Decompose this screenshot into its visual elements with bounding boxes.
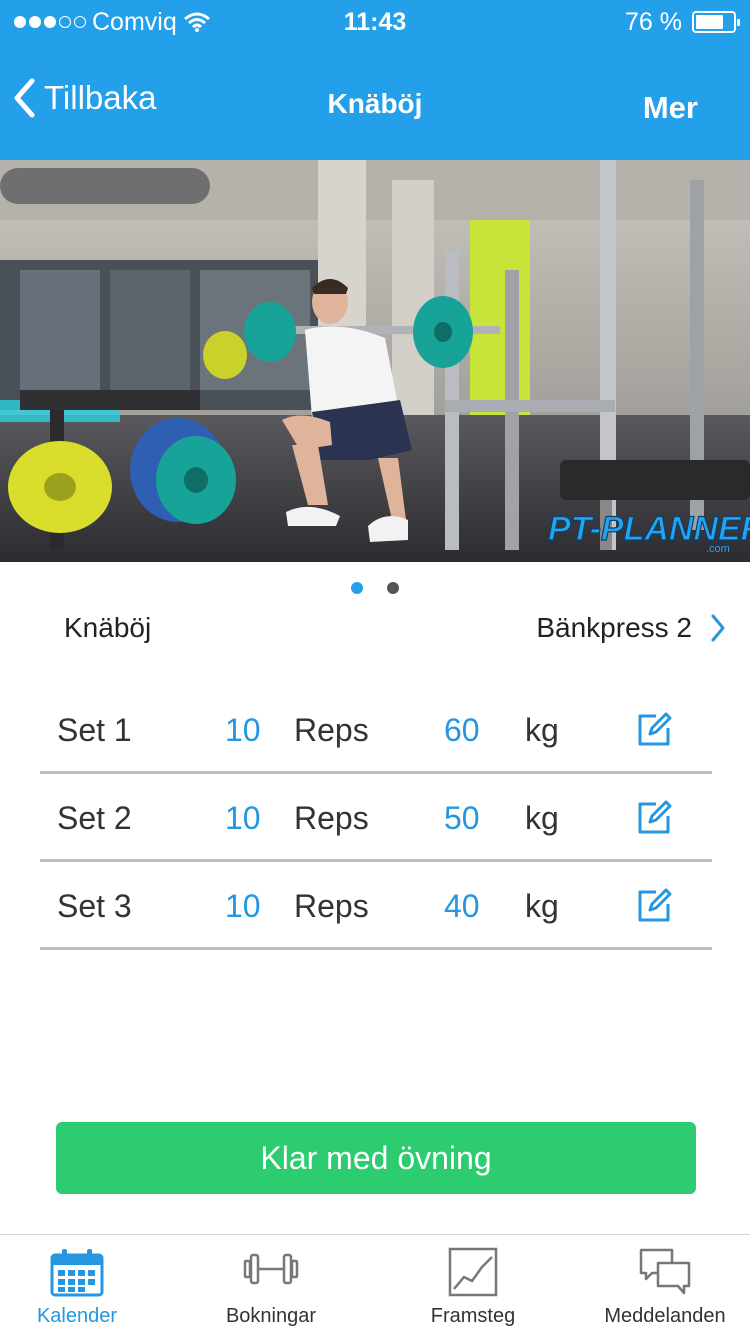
navigation-bar: Tillbaka Knäböj Mer: [0, 44, 750, 160]
tab-label: Kalender: [36, 1305, 118, 1327]
set-weight-unit: kg: [525, 800, 559, 836]
exercise-navigation: Knäböj Bänkpress 2: [0, 612, 750, 652]
pt-planner-logo-sub: .com: [706, 543, 730, 555]
set-row: Set 1 10 Reps 60 kg: [40, 686, 712, 774]
set-reps-value: 10: [225, 888, 261, 924]
carrier-info: Comviq: [14, 8, 264, 37]
set-weight-value: 50: [444, 800, 480, 836]
set-weight-value: 60: [444, 712, 480, 748]
pager-dot[interactable]: [387, 582, 399, 594]
tab-bokningar[interactable]: Bokningar: [196, 1235, 346, 1334]
set-reps-unit: Reps: [294, 888, 369, 924]
messages-icon: [639, 1248, 691, 1295]
calendar-icon: [50, 1249, 104, 1297]
sets-table: Set 1 10 Reps 60 kg Set 2 10 Reps 50 kg …: [40, 686, 712, 950]
pager-dot[interactable]: [351, 582, 363, 594]
set-reps-unit: Reps: [294, 800, 369, 836]
battery-percent: 76 %: [625, 7, 682, 36]
tab-label: Meddelanden: [604, 1305, 726, 1327]
signal-icon: [14, 16, 86, 28]
set-weight-unit: kg: [525, 888, 559, 924]
done-with-exercise-button[interactable]: Klar med övning: [56, 1122, 696, 1194]
set-label: Set 3: [57, 888, 132, 924]
set-reps-value: 10: [225, 712, 261, 748]
image-pager[interactable]: [0, 582, 750, 594]
status-bar: Comviq 11:43 76 %: [0, 0, 750, 44]
chart-icon: [448, 1247, 498, 1297]
set-weight-unit: kg: [525, 712, 559, 748]
tab-kalender[interactable]: Kalender: [2, 1235, 152, 1334]
tab-framsteg[interactable]: Framsteg: [398, 1235, 548, 1334]
wifi-icon: [183, 12, 210, 32]
edit-icon[interactable]: [634, 798, 674, 838]
next-exercise-link[interactable]: Bänkpress 2: [536, 612, 726, 644]
tab-bar: Kalender Bokningar Framsteg Meddelanden: [0, 1234, 750, 1334]
battery-icon: [692, 11, 740, 33]
tab-label: Bokningar: [225, 1305, 317, 1327]
battery-info: 76 %: [625, 7, 740, 37]
current-exercise-name: Knäböj: [64, 612, 152, 643]
carrier-name: Comviq: [92, 7, 177, 36]
dumbbell-icon: [243, 1253, 299, 1285]
set-label: Set 2: [57, 800, 132, 836]
set-row: Set 2 10 Reps 50 kg: [40, 774, 712, 862]
tab-meddelanden[interactable]: Meddelanden: [590, 1235, 740, 1334]
edit-icon[interactable]: [634, 886, 674, 926]
more-button[interactable]: Mer: [643, 90, 698, 126]
next-exercise-name: Bänkpress 2: [536, 612, 692, 643]
exercise-image[interactable]: PT-PLANNER .com: [0, 160, 750, 562]
set-reps-unit: Reps: [294, 712, 369, 748]
set-weight-value: 40: [444, 888, 480, 924]
edit-icon[interactable]: [634, 710, 674, 750]
tab-label: Framsteg: [430, 1305, 516, 1327]
page-title: Knäböj: [327, 88, 423, 119]
set-row: Set 3 10 Reps 40 kg: [40, 862, 712, 950]
set-label: Set 1: [57, 712, 132, 748]
chevron-right-icon: [711, 614, 725, 642]
set-reps-value: 10: [225, 800, 261, 836]
